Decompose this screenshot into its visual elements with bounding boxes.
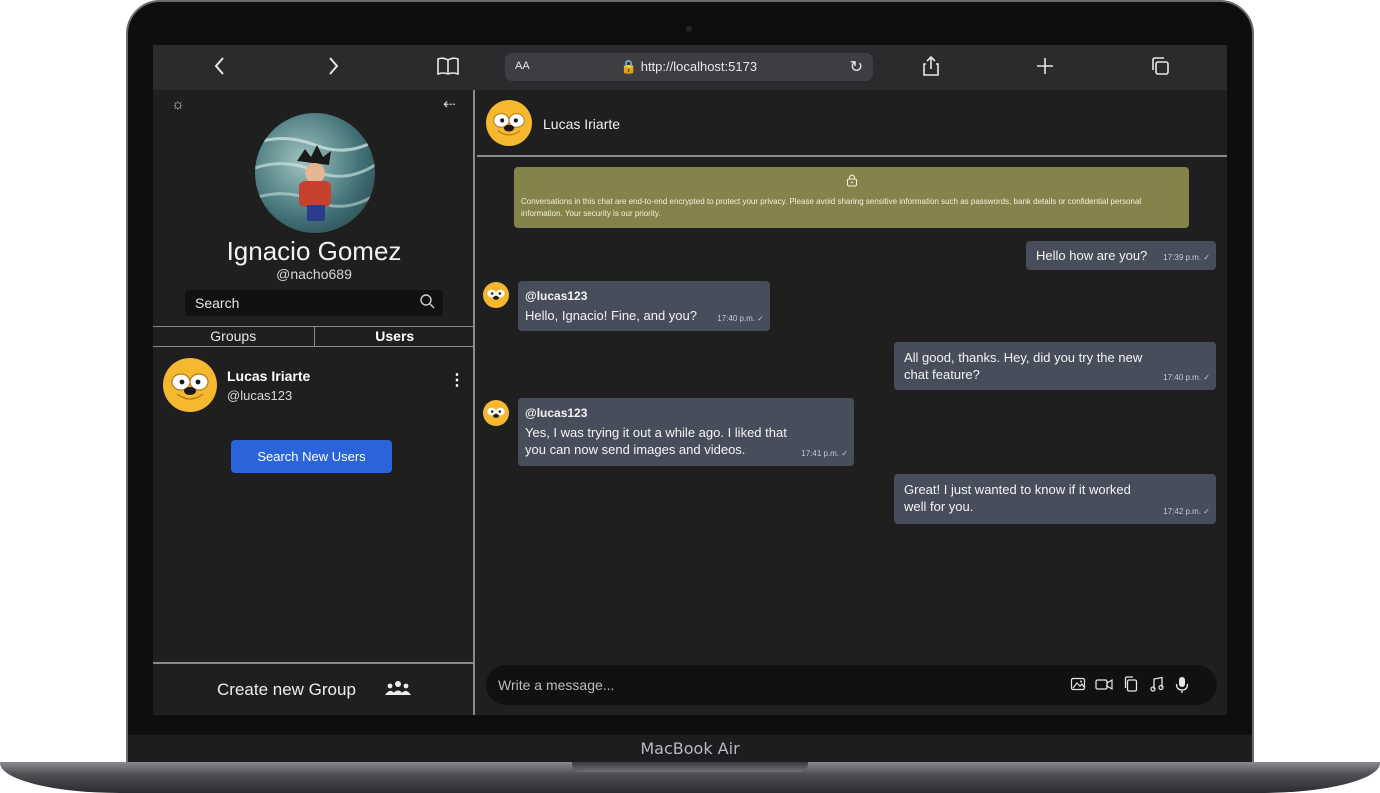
profile-name: Ignacio Gomez bbox=[226, 236, 402, 266]
message-incoming[interactable]: @lucas123 Yes, I was trying it out a whi… bbox=[518, 398, 854, 466]
url-bar[interactable]: AA 🔒 http://localhost:5173 ↻ bbox=[505, 53, 873, 81]
message-text: Hello, Ignacio! Fine, and you? bbox=[525, 308, 697, 323]
profile-handle: @nacho689 bbox=[276, 266, 352, 282]
message-composer bbox=[486, 665, 1217, 705]
forward-icon[interactable] bbox=[318, 55, 348, 82]
message-time: 17:40 p.m. ✓ bbox=[717, 314, 764, 323]
theme-toggle-icon[interactable]: ☼ bbox=[171, 96, 185, 113]
tab-groups[interactable]: Groups bbox=[153, 327, 314, 346]
contact-name: Lucas Iriarte bbox=[543, 116, 621, 132]
message-time: 17:42 p.m. ✓ bbox=[1163, 507, 1210, 516]
camera bbox=[686, 26, 692, 32]
message-outgoing[interactable]: Hello how are you? 17:39 p.m. ✓ bbox=[1026, 241, 1216, 270]
share-icon[interactable] bbox=[916, 55, 946, 82]
message-time-value: 17:41 p.m. bbox=[801, 449, 840, 458]
microphone-icon[interactable] bbox=[1175, 676, 1189, 697]
message-time: 17:40 p.m. ✓ bbox=[1163, 373, 1210, 382]
book-icon[interactable] bbox=[433, 55, 463, 82]
more-options-icon[interactable]: ⋮ bbox=[449, 370, 465, 390]
message-time-value: 17:40 p.m. bbox=[717, 314, 756, 323]
screen: AA 🔒 http://localhost:5173 ↻ ☼ ⇠ Ignacio… bbox=[153, 45, 1227, 715]
profile-avatar bbox=[255, 113, 375, 233]
message-time-value: 17:40 p.m. bbox=[1163, 373, 1202, 382]
chat-panel: Lucas Iriarte Conversations in this chat… bbox=[477, 90, 1227, 715]
create-group-button[interactable]: Create new Group bbox=[153, 662, 473, 715]
new-tab-icon[interactable] bbox=[1030, 55, 1060, 82]
sender-avatar bbox=[483, 282, 509, 308]
chat-header: Lucas Iriarte bbox=[477, 90, 1227, 157]
message-outgoing[interactable]: Great! I just wanted to know if it worke… bbox=[894, 474, 1216, 524]
url-value: http://localhost:5173 bbox=[640, 59, 758, 74]
search-box bbox=[185, 290, 443, 316]
message-outgoing[interactable]: All good, thanks. Hey, did you try the n… bbox=[894, 342, 1216, 390]
reload-icon[interactable]: ↻ bbox=[850, 57, 863, 77]
sidebar-tabs: Groups Users bbox=[153, 326, 475, 347]
encryption-notice-text: Conversations in this chat are end-to-en… bbox=[521, 197, 1142, 218]
encryption-notice: Conversations in this chat are end-to-en… bbox=[514, 167, 1189, 228]
laptop-notch bbox=[572, 762, 808, 772]
message-text: Great! I just wanted to know if it worke… bbox=[904, 482, 1131, 514]
document-icon[interactable] bbox=[1123, 676, 1139, 695]
user-list-item[interactable]: Lucas Iriarte @lucas123 ⋮ bbox=[153, 354, 475, 414]
contact-avatar[interactable] bbox=[486, 100, 532, 146]
back-icon[interactable] bbox=[205, 55, 235, 82]
message-time-value: 17:39 p.m. bbox=[1163, 253, 1202, 262]
message-time: 17:39 p.m. ✓ bbox=[1163, 253, 1210, 262]
image-icon[interactable] bbox=[1070, 676, 1086, 695]
message-sender: @lucas123 bbox=[525, 406, 588, 420]
logout-icon[interactable]: ⇠ bbox=[443, 95, 456, 113]
user-avatar bbox=[163, 358, 217, 412]
music-icon[interactable] bbox=[1150, 676, 1164, 695]
message-text: Hello how are you? bbox=[1036, 248, 1148, 263]
user-handle: @lucas123 bbox=[227, 388, 293, 403]
message-input[interactable] bbox=[498, 665, 1038, 705]
device-label: MacBook Air bbox=[640, 739, 740, 758]
message-time-value: 17:42 p.m. bbox=[1163, 507, 1202, 516]
message-text: All good, thanks. Hey, did you try the n… bbox=[904, 350, 1143, 382]
message-text: Yes, I was trying it out a while ago. I … bbox=[525, 425, 787, 457]
tab-users[interactable]: Users bbox=[313, 327, 476, 346]
search-input[interactable] bbox=[195, 290, 415, 316]
url-text: 🔒 http://localhost:5173 bbox=[620, 59, 758, 74]
create-group-label: Create new Group bbox=[217, 680, 356, 699]
sidebar: ☼ ⇠ Ignacio Gomez @nacho689 Groups Users bbox=[153, 90, 475, 715]
lock-icon bbox=[514, 173, 1189, 189]
video-icon[interactable] bbox=[1095, 676, 1113, 695]
user-name: Lucas Iriarte bbox=[227, 368, 311, 384]
browser-toolbar: AA 🔒 http://localhost:5173 ↻ bbox=[153, 45, 1227, 90]
message-incoming[interactable]: @lucas123 Hello, Ignacio! Fine, and you?… bbox=[518, 281, 770, 331]
search-icon[interactable] bbox=[419, 293, 435, 312]
message-time: 17:41 p.m. ✓ bbox=[801, 449, 848, 458]
group-icon bbox=[385, 680, 411, 700]
sender-avatar bbox=[483, 400, 509, 426]
message-sender: @lucas123 bbox=[525, 289, 588, 303]
tabs-icon[interactable] bbox=[1145, 55, 1175, 82]
search-new-users-button[interactable]: Search New Users bbox=[231, 440, 392, 473]
